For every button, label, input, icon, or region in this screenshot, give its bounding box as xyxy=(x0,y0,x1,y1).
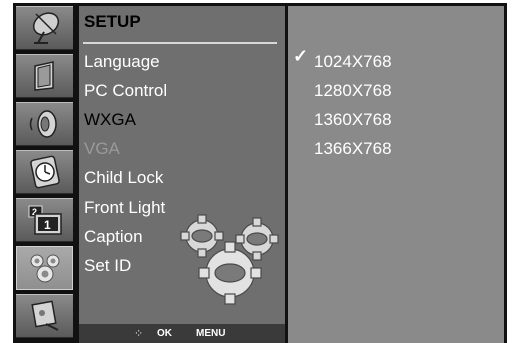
menu-item-child-lock[interactable]: Child Lock xyxy=(84,168,163,188)
check-icon: ✓ xyxy=(293,46,309,66)
osd-menu: 2 1 SETUP Language PC Control WXGA VGA C… xyxy=(13,3,507,343)
menu-title: SETUP xyxy=(84,12,141,31)
setup-menu-panel: SETUP Language PC Control WXGA VGA Child… xyxy=(79,6,285,343)
ok-hint: OK xyxy=(157,328,172,339)
input-icon xyxy=(30,300,58,331)
setup-menu-button[interactable] xyxy=(16,246,73,290)
resolution-option[interactable]: 1360X768 xyxy=(314,110,392,130)
navigation-arrows-icon: ⁘ xyxy=(134,328,144,340)
pip-menu-button[interactable]: 2 1 xyxy=(16,198,73,242)
sound-icon xyxy=(29,110,57,138)
gears-decoration-icon xyxy=(180,214,279,305)
resolution-options-panel: ✓ 1024X768 1280X768 1360X768 1366X768 xyxy=(288,6,504,343)
station-menu-button[interactable] xyxy=(16,6,73,50)
clock-icon xyxy=(29,155,60,189)
resolution-option[interactable]: 1280X768 xyxy=(314,81,392,101)
svg-text:1: 1 xyxy=(44,218,51,232)
menu-hint: MENU xyxy=(196,328,226,339)
menu-item-pc-control[interactable]: PC Control xyxy=(84,81,167,101)
time-menu-button[interactable] xyxy=(16,150,73,194)
menu-item-wxga[interactable]: WXGA xyxy=(84,110,136,130)
menu-item-language[interactable]: Language xyxy=(84,52,160,72)
input-menu-button[interactable] xyxy=(16,294,73,338)
sound-menu-button[interactable] xyxy=(16,102,73,146)
menu-footer: ⁘ OK MENU xyxy=(79,324,285,343)
pip-icon: 2 1 xyxy=(28,205,62,235)
picture-icon xyxy=(33,61,54,91)
menu-icon-column: 2 1 xyxy=(16,6,76,343)
menu-item-vga[interactable]: VGA xyxy=(84,139,120,159)
satellite-dish-icon xyxy=(32,12,59,44)
menu-item-front-light[interactable]: Front Light xyxy=(84,198,165,218)
menu-item-set-id[interactable]: Set ID xyxy=(84,256,131,276)
resolution-option[interactable]: 1024X768 xyxy=(314,52,392,72)
menu-item-caption[interactable]: Caption xyxy=(84,227,143,247)
resolution-option[interactable]: 1366X768 xyxy=(314,139,392,159)
setup-gears-icon xyxy=(30,254,59,283)
title-divider xyxy=(83,42,277,44)
picture-menu-button[interactable] xyxy=(16,54,73,98)
